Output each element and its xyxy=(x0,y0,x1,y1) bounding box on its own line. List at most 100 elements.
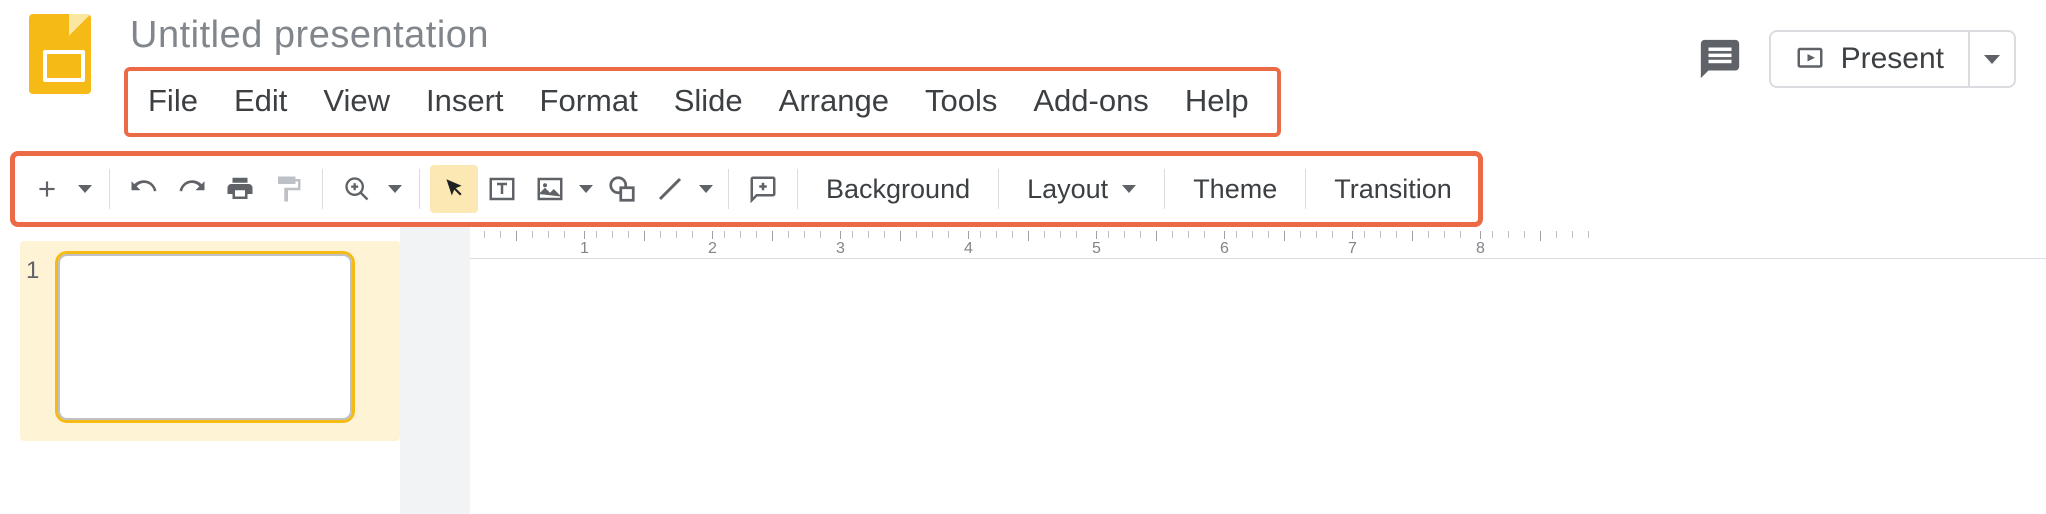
ruler-tick xyxy=(948,231,949,238)
paint-format-button[interactable] xyxy=(264,165,312,213)
transition-button[interactable]: Transition xyxy=(1316,174,1470,205)
line-button[interactable] xyxy=(646,165,694,213)
ruler-tick xyxy=(1028,231,1029,241)
separator xyxy=(419,169,420,209)
ruler-tick xyxy=(1284,231,1285,241)
horizontal-ruler[interactable]: 12345678 xyxy=(470,227,2046,259)
app-logo[interactable] xyxy=(10,8,110,94)
ruler-tick xyxy=(724,231,725,238)
ruler-tick xyxy=(1124,231,1125,238)
ruler-tick xyxy=(740,231,741,238)
insert-image-dropdown[interactable] xyxy=(574,165,598,213)
ruler-tick xyxy=(644,231,645,241)
separator xyxy=(109,169,110,209)
title-area: Untitled presentation File Edit View Ins… xyxy=(130,8,1281,137)
filmstrip-gutter[interactable] xyxy=(400,227,470,514)
document-title[interactable]: Untitled presentation xyxy=(130,8,1281,67)
ruler-tick xyxy=(1524,231,1525,238)
slide-canvas[interactable] xyxy=(470,259,2046,514)
paint-format-icon xyxy=(273,174,303,204)
ruler-tick xyxy=(564,231,565,238)
ruler-tick xyxy=(1444,231,1445,238)
chevron-down-icon xyxy=(1984,55,2000,64)
chevron-down-icon xyxy=(388,185,402,193)
ruler-tick xyxy=(628,231,629,238)
ruler-tick xyxy=(1396,231,1397,238)
ruler-tick xyxy=(996,231,997,238)
undo-button[interactable] xyxy=(120,165,168,213)
plus-icon xyxy=(34,176,60,202)
slide-number: 1 xyxy=(26,251,39,285)
ruler-tick xyxy=(820,231,821,238)
ruler-major: 7 xyxy=(1348,227,1357,258)
menubar: File Edit View Insert Format Slide Arran… xyxy=(130,75,1267,127)
zoom-button[interactable] xyxy=(333,165,381,213)
menu-edit[interactable]: Edit xyxy=(216,75,305,127)
separator xyxy=(998,169,999,209)
menu-addons[interactable]: Add-ons xyxy=(1015,75,1166,127)
ruler-tick xyxy=(612,231,613,238)
present-button[interactable]: Present xyxy=(1769,30,1970,88)
separator xyxy=(1164,169,1165,209)
line-dropdown[interactable] xyxy=(694,165,718,213)
chevron-down-icon xyxy=(699,185,713,193)
print-button[interactable] xyxy=(216,165,264,213)
slide-thumbnail[interactable] xyxy=(55,251,355,423)
insert-image-group xyxy=(526,165,598,213)
ruler-tick xyxy=(884,231,885,238)
ruler-tick xyxy=(980,231,981,238)
ruler-tick xyxy=(1044,231,1045,238)
ruler-tick xyxy=(692,231,693,238)
ruler-tick xyxy=(1172,231,1173,238)
text-box-button[interactable] xyxy=(478,165,526,213)
menu-arrange[interactable]: Arrange xyxy=(761,75,907,127)
chevron-down-icon xyxy=(579,185,593,193)
select-tool-button[interactable] xyxy=(430,165,478,213)
ruler-tick xyxy=(788,231,789,238)
ruler-tick xyxy=(916,231,917,238)
insert-image-button[interactable] xyxy=(526,165,574,213)
separator xyxy=(1305,169,1306,209)
ruler-tick xyxy=(548,231,549,238)
zoom-dropdown[interactable] xyxy=(381,165,409,213)
ruler-tick xyxy=(500,231,501,238)
menu-format[interactable]: Format xyxy=(522,75,656,127)
present-label: Present xyxy=(1841,42,1944,76)
ruler-tick xyxy=(484,231,485,238)
shape-button[interactable] xyxy=(598,165,646,213)
separator xyxy=(797,169,798,209)
ruler-tick xyxy=(804,231,805,238)
ruler-tick xyxy=(1156,231,1157,241)
menu-view[interactable]: View xyxy=(305,75,408,127)
ruler-tick xyxy=(1076,231,1077,238)
menu-help[interactable]: Help xyxy=(1167,75,1267,127)
line-group xyxy=(646,165,718,213)
present-button-group: Present xyxy=(1769,30,2016,88)
slide-thumbnail-row[interactable]: 1 xyxy=(20,241,400,441)
redo-icon xyxy=(177,174,207,204)
separator xyxy=(322,169,323,209)
add-comment-icon xyxy=(748,174,778,204)
add-comment-button[interactable] xyxy=(739,165,787,213)
redo-button[interactable] xyxy=(168,165,216,213)
background-button[interactable]: Background xyxy=(808,174,988,205)
ruler-tick xyxy=(516,231,517,241)
ruler-tick xyxy=(772,231,773,241)
filmstrip[interactable]: 1 xyxy=(0,227,400,514)
new-slide-dropdown[interactable] xyxy=(71,165,99,213)
menu-tools[interactable]: Tools xyxy=(907,75,1015,127)
separator xyxy=(728,169,729,209)
ruler-tick xyxy=(1332,231,1333,238)
comments-button[interactable] xyxy=(1697,36,1743,82)
menu-file[interactable]: File xyxy=(130,75,216,127)
ruler-tick xyxy=(1012,231,1013,238)
new-slide-button[interactable] xyxy=(23,165,71,213)
ruler-tick xyxy=(756,231,757,238)
toolbar: Background Layout Theme Transition xyxy=(23,162,1470,216)
menu-slide[interactable]: Slide xyxy=(656,75,761,127)
menu-insert[interactable]: Insert xyxy=(408,75,522,127)
layout-button[interactable]: Layout xyxy=(1009,174,1154,205)
theme-button[interactable]: Theme xyxy=(1175,174,1295,205)
present-dropdown[interactable] xyxy=(1970,30,2016,88)
workspace: 1 12345678 xyxy=(0,227,2046,514)
